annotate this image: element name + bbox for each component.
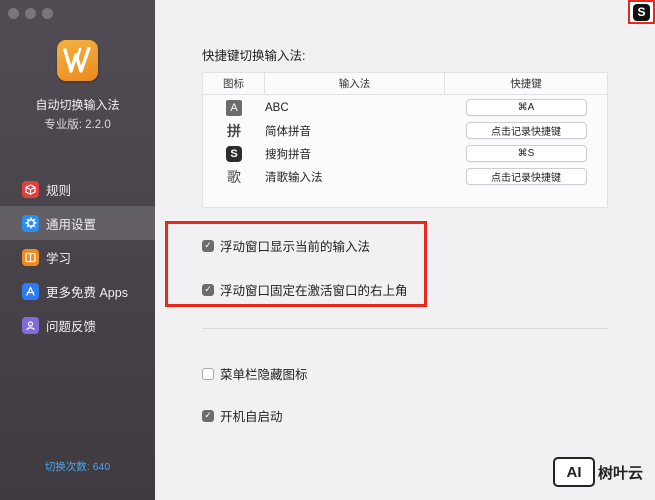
- section-title: 快捷键切换输入法:: [202, 49, 306, 63]
- watermark: AI 树叶云: [553, 454, 651, 490]
- close-window-button[interactable]: [8, 8, 19, 19]
- option-label: 菜单栏隐藏图标: [220, 368, 308, 382]
- input-method-name: 搜狗拼音: [265, 148, 311, 161]
- watermark-logo: AI: [553, 457, 595, 487]
- column-header-method: 输入法: [265, 73, 445, 94]
- sogou-indicator-icon: S: [633, 3, 650, 21]
- switch-count: 切换次数: 640: [44, 461, 111, 473]
- shortcut-table: 图标 输入法 快捷键 A ABC ⌘A 拼 简体拼音 点击记录快捷键 S 搜狗拼…: [202, 72, 608, 208]
- sidebar-item-learn[interactable]: 学习: [0, 240, 155, 274]
- shortcut-recorder-button[interactable]: ⌘A: [465, 99, 587, 116]
- option-hide-menubar-icon[interactable]: 菜单栏隐藏图标: [202, 364, 308, 383]
- qingge-input-icon: 歌: [227, 168, 241, 185]
- sidebar-item-label: 问题反馈: [46, 319, 97, 334]
- shortcut-recorder-button[interactable]: 点击记录快捷键: [465, 168, 587, 185]
- table-row: A ABC ⌘A: [203, 96, 607, 119]
- table-header: 图标 输入法 快捷键: [203, 73, 607, 95]
- sidebar-nav: 规则 通用设置 学习 更多免费 Apps 问题反馈: [0, 172, 155, 342]
- sidebar-item-label: 学习: [46, 251, 72, 266]
- app-version: 专业版: 2.2.0: [44, 119, 111, 131]
- sidebar-item-label: 更多免费 Apps: [46, 285, 128, 300]
- app-store-icon: [22, 282, 39, 300]
- floating-input-indicator: S: [628, 0, 655, 24]
- sidebar-item-general-settings[interactable]: 通用设置: [0, 206, 155, 240]
- highlight-box: [165, 221, 427, 307]
- abc-input-icon: A: [226, 99, 242, 116]
- input-method-name: 清歌输入法: [265, 171, 323, 184]
- minimize-window-button[interactable]: [25, 8, 36, 19]
- sidebar-item-label: 通用设置: [46, 217, 97, 232]
- sidebar-item-rules[interactable]: 规则: [0, 172, 155, 206]
- input-method-name: ABC: [265, 101, 289, 114]
- sogou-input-icon: S: [226, 145, 242, 162]
- option-label: 开机自启动: [220, 410, 283, 424]
- checkbox[interactable]: [202, 367, 214, 380]
- sidebar-item-more-apps[interactable]: 更多免费 Apps: [0, 274, 155, 308]
- pinyin-input-icon: 拼: [227, 122, 241, 139]
- input-method-name: 简体拼音: [265, 125, 311, 138]
- app-logo-icon: [57, 40, 98, 81]
- divider: [202, 328, 608, 329]
- table-row: 歌 清歌输入法 点击记录快捷键: [203, 165, 607, 188]
- zoom-window-button[interactable]: [42, 8, 53, 19]
- sidebar: 自动切换输入法 专业版: 2.2.0 规则 通用设置 学习 更多免费 Apps: [0, 0, 155, 500]
- shortcut-recorder-button[interactable]: ⌘S: [465, 145, 587, 162]
- gear-icon: [22, 214, 39, 232]
- rules-icon: [22, 180, 39, 198]
- feedback-icon: [22, 316, 39, 334]
- option-launch-at-login[interactable]: ✓ 开机自启动: [202, 406, 283, 425]
- table-row: 拼 简体拼音 点击记录快捷键: [203, 119, 607, 142]
- checkbox[interactable]: ✓: [202, 409, 214, 422]
- sidebar-item-label: 规则: [46, 183, 72, 198]
- table-row: S 搜狗拼音 ⌘S: [203, 142, 607, 165]
- sidebar-item-feedback[interactable]: 问题反馈: [0, 308, 155, 342]
- shortcut-recorder-button[interactable]: 点击记录快捷键: [465, 122, 587, 139]
- app-name: 自动切换输入法: [35, 98, 120, 112]
- window-controls: [8, 8, 53, 19]
- watermark-text: 树叶云: [598, 464, 644, 482]
- column-header-shortcut: 快捷键: [510, 78, 542, 90]
- column-header-icon: 图标: [203, 73, 265, 94]
- learn-icon: [22, 248, 39, 266]
